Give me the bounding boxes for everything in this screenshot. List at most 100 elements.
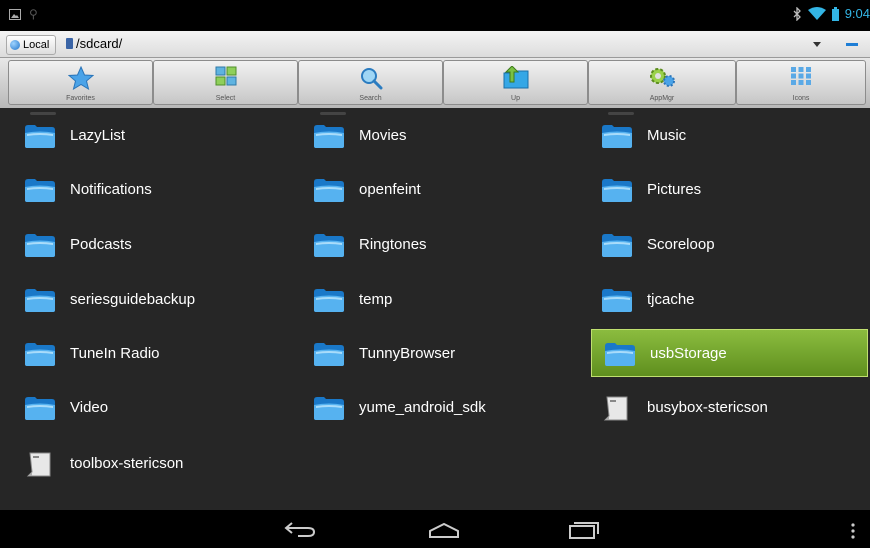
back-icon[interactable]	[284, 520, 316, 538]
folder-icon	[313, 285, 347, 313]
up-button[interactable]: Up	[443, 60, 588, 105]
collapse-button[interactable]	[838, 36, 866, 52]
folder-icon	[24, 339, 58, 367]
folder-item[interactable]: Podcasts	[0, 224, 289, 264]
menu-overflow-icon[interactable]	[850, 523, 856, 539]
folder-item[interactable]: Music	[577, 115, 866, 155]
item-name: LazyList	[70, 126, 126, 144]
folder-up-icon	[503, 66, 528, 89]
folder-item[interactable]: tjcache	[577, 279, 866, 319]
item-name: Scoreloop	[647, 235, 715, 253]
path-dropdown-icon[interactable]	[813, 42, 821, 47]
icons-grid-icon	[791, 67, 811, 85]
item-name: Pictures	[647, 180, 702, 198]
folder-icon	[24, 393, 58, 421]
select-grid-icon	[215, 66, 236, 86]
location-label: Local	[23, 39, 50, 51]
folder-icon	[601, 285, 635, 313]
appmgr-label: AppMgr	[649, 95, 675, 102]
favorites-button[interactable]: Favorites	[8, 60, 153, 105]
scrolled-item-remnant	[320, 112, 346, 115]
folder-item[interactable]: Pictures	[577, 169, 866, 209]
item-name: Podcasts	[70, 235, 132, 253]
clock: 9:04	[844, 6, 870, 21]
gallery-notification-icon	[9, 9, 21, 20]
folder-item[interactable]: seriesguidebackup	[0, 279, 289, 319]
folder-item[interactable]: temp	[289, 279, 577, 319]
gears-icon	[650, 68, 675, 87]
toolbar: Favorites Select Search Up AppMgr Icons	[0, 58, 870, 109]
up-label: Up	[511, 95, 520, 102]
folder-icon	[604, 339, 638, 367]
folder-icon	[313, 393, 347, 421]
icons-view-button[interactable]: Icons	[736, 60, 866, 105]
folder-item[interactable]: TunnyBrowser	[289, 333, 577, 373]
folder-icon	[601, 230, 635, 258]
folder-icon	[313, 175, 347, 203]
item-name: Music	[647, 126, 687, 144]
status-icons: 9:04	[792, 6, 870, 21]
folder-item[interactable]: Video	[0, 387, 289, 427]
folder-item[interactable]: yume_android_sdk	[289, 387, 577, 427]
item-name: yume_android_sdk	[359, 398, 486, 416]
folder-icon	[24, 285, 58, 313]
file-item[interactable]: busybox-stericson	[577, 387, 866, 427]
wifi-icon	[807, 6, 826, 20]
folder-item[interactable]: Ringtones	[289, 224, 577, 264]
search-icon	[360, 68, 382, 90]
appmgr-button[interactable]: AppMgr	[588, 60, 736, 105]
sdcard-icon	[66, 38, 73, 49]
folder-item[interactable]: TuneIn Radio	[0, 333, 289, 373]
folder-icon	[24, 175, 58, 203]
search-label: Search	[359, 95, 382, 102]
file-icon	[601, 393, 635, 421]
folder-icon	[313, 339, 347, 367]
item-name: seriesguidebackup	[70, 290, 196, 308]
address-bar: Local /sdcard/	[0, 31, 870, 58]
folder-item[interactable]: LazyList	[0, 115, 289, 155]
item-name: busybox-stericson	[647, 398, 768, 416]
folder-icon	[313, 230, 347, 258]
folder-icon	[24, 121, 58, 149]
select-label: Select	[215, 95, 236, 102]
star-icon	[67, 66, 94, 90]
battery-icon	[831, 6, 839, 21]
recent-apps-icon[interactable]	[568, 521, 600, 539]
item-name: Notifications	[70, 180, 152, 198]
item-name: toolbox-stericson	[70, 454, 184, 472]
item-name: openfeint	[359, 180, 421, 198]
scrolled-item-remnant	[30, 112, 56, 115]
select-button[interactable]: Select	[153, 60, 298, 105]
local-icon	[10, 40, 20, 50]
folder-item[interactable]: openfeint	[289, 169, 577, 209]
folder-item[interactable]: usbStorage	[591, 329, 868, 377]
item-name: tjcache	[647, 290, 695, 308]
bluetooth-icon	[793, 6, 801, 21]
file-item[interactable]: toolbox-stericson	[0, 443, 289, 483]
home-icon[interactable]	[428, 521, 460, 539]
item-name: Ringtones	[359, 235, 427, 253]
file-icon	[24, 449, 58, 477]
folder-icon	[24, 230, 58, 258]
folder-item[interactable]: Scoreloop	[577, 224, 866, 264]
folder-item[interactable]: Notifications	[0, 169, 289, 209]
item-name: temp	[359, 290, 393, 308]
item-name: Video	[70, 398, 109, 416]
scrolled-item-remnant	[608, 112, 634, 115]
folder-item[interactable]: Movies	[289, 115, 577, 155]
item-name: Movies	[359, 126, 407, 144]
icons-label: Icons	[792, 95, 810, 102]
search-button[interactable]: Search	[298, 60, 443, 105]
location-button[interactable]: Local	[6, 35, 57, 55]
favorites-label: Favorites	[66, 95, 95, 102]
folder-icon	[313, 121, 347, 149]
path-display[interactable]: /sdcard/	[66, 36, 122, 51]
file-list: LazyList Movies Music Notifications openfein…	[0, 108, 870, 510]
status-bar: ⚲ 9:04	[0, 0, 870, 31]
item-name: usbStorage	[650, 344, 727, 362]
item-name: TuneIn Radio	[70, 344, 160, 362]
path-text: /sdcard/	[76, 36, 123, 51]
navigation-bar	[0, 510, 870, 548]
item-name: TunnyBrowser	[359, 344, 456, 362]
usb-notification-icon: ⚲	[29, 7, 38, 21]
